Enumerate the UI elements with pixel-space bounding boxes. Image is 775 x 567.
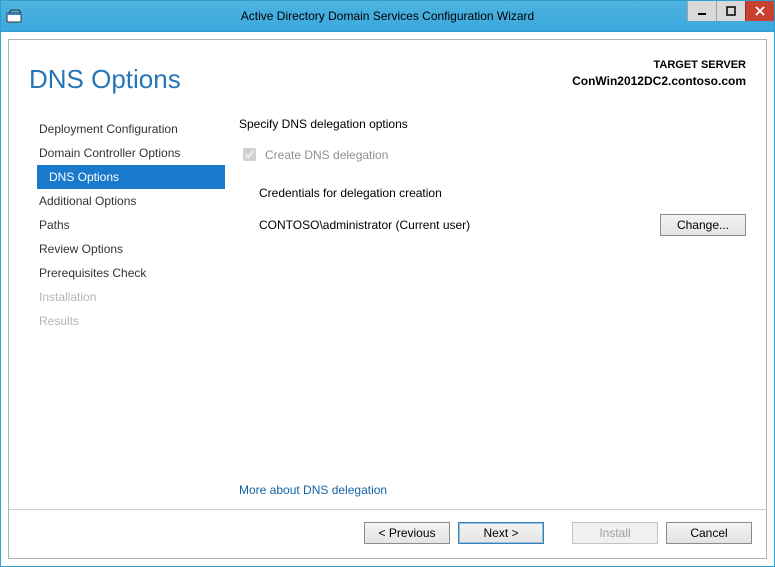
sidebar-item-domain-controller-options[interactable]: Domain Controller Options <box>27 141 225 165</box>
header-row: DNS Options TARGET SERVER ConWin2012DC2.… <box>9 40 766 111</box>
credentials-value: CONTOSO\administrator (Current user) <box>259 218 660 232</box>
cancel-button[interactable]: Cancel <box>666 522 752 544</box>
body-row: Deployment Configuration Domain Controll… <box>9 111 766 509</box>
close-button[interactable] <box>745 1 774 21</box>
minimize-button[interactable] <box>687 1 716 21</box>
previous-button[interactable]: < Previous <box>364 522 450 544</box>
create-dns-delegation-checkbox <box>243 148 256 161</box>
wizard-window: Active Directory Domain Services Configu… <box>0 0 775 567</box>
content-heading: Specify DNS delegation options <box>239 117 746 131</box>
credentials-row: CONTOSO\administrator (Current user) Cha… <box>259 214 746 236</box>
delegation-credentials-section: Credentials for delegation creation CONT… <box>239 186 746 236</box>
window-title: Active Directory Domain Services Configu… <box>1 9 774 23</box>
install-button: Install <box>572 522 658 544</box>
wizard-inner: DNS Options TARGET SERVER ConWin2012DC2.… <box>8 39 767 559</box>
footer-gap <box>552 522 564 544</box>
create-dns-delegation-label: Create DNS delegation <box>265 148 388 162</box>
credentials-heading: Credentials for delegation creation <box>259 186 746 200</box>
wizard-footer: < Previous Next > Install Cancel <box>9 509 766 558</box>
sidebar-item-review-options[interactable]: Review Options <box>27 237 225 261</box>
more-about-dns-delegation-link[interactable]: More about DNS delegation <box>239 483 387 497</box>
titlebar: Active Directory Domain Services Configu… <box>1 1 774 32</box>
change-credentials-button[interactable]: Change... <box>660 214 746 236</box>
page-title: DNS Options <box>29 64 181 95</box>
maximize-button[interactable] <box>716 1 745 21</box>
content-panel: Specify DNS delegation options Create DN… <box>225 111 754 509</box>
create-dns-delegation-row: Create DNS delegation <box>239 145 746 164</box>
sidebar-item-additional-options[interactable]: Additional Options <box>27 189 225 213</box>
target-server-label: TARGET SERVER <box>572 58 746 73</box>
sidebar-item-dns-options[interactable]: DNS Options <box>37 165 225 189</box>
content-bottom: More about DNS delegation <box>239 483 746 509</box>
sidebar-item-deployment-configuration[interactable]: Deployment Configuration <box>27 117 225 141</box>
target-server-name: ConWin2012DC2.contoso.com <box>572 73 746 89</box>
app-icon <box>1 1 27 31</box>
wizard-sidebar: Deployment Configuration Domain Controll… <box>21 111 225 509</box>
sidebar-item-installation: Installation <box>27 285 225 309</box>
next-button[interactable]: Next > <box>458 522 544 544</box>
sidebar-item-results: Results <box>27 309 225 333</box>
sidebar-item-prerequisites-check[interactable]: Prerequisites Check <box>27 261 225 285</box>
sidebar-item-paths[interactable]: Paths <box>27 213 225 237</box>
target-server-block: TARGET SERVER ConWin2012DC2.contoso.com <box>572 58 746 89</box>
window-controls <box>687 1 774 21</box>
